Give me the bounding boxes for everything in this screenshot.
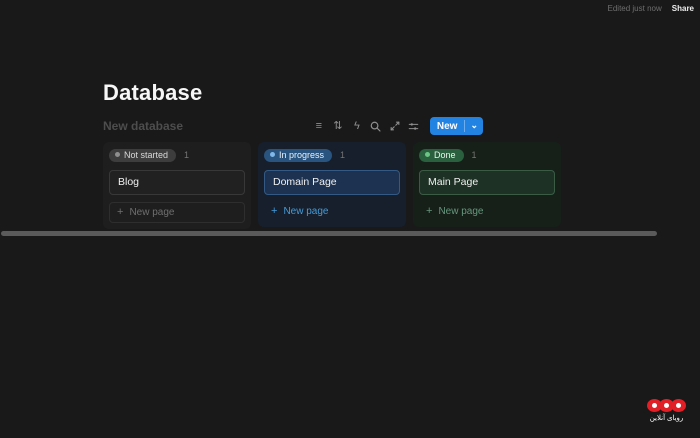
new-button-label: New bbox=[436, 120, 458, 132]
group-label-not-started[interactable]: Not started bbox=[109, 148, 177, 162]
column-header: In progress 1 bbox=[264, 148, 400, 162]
new-page-button[interactable]: + New page bbox=[109, 202, 245, 223]
view-settings-icon[interactable] bbox=[406, 118, 422, 134]
new-page-label: New page bbox=[129, 207, 175, 218]
page-title: Database bbox=[103, 80, 203, 105]
new-page-label: New page bbox=[438, 206, 484, 217]
watermark: رویای آنلاین bbox=[647, 399, 686, 422]
board-toolbar: ≡ ⇅ ϟ New ⌄ bbox=[311, 117, 483, 135]
edited-timestamp: Edited just now bbox=[607, 4, 662, 13]
plus-icon: + bbox=[426, 205, 433, 217]
group-label-in-progress[interactable]: In progress bbox=[264, 148, 333, 162]
expand-icon[interactable] bbox=[387, 118, 403, 134]
watermark-logo-icon bbox=[647, 399, 686, 412]
search-icon[interactable] bbox=[368, 118, 384, 134]
column-header: Not started 1 bbox=[109, 148, 245, 162]
watermark-text: رویای آنلاین bbox=[649, 415, 684, 422]
share-button[interactable]: Share bbox=[672, 4, 694, 13]
new-page-button[interactable]: + New page bbox=[419, 202, 555, 221]
card-main-page[interactable]: Main Page bbox=[419, 170, 555, 195]
plus-icon: + bbox=[271, 205, 278, 217]
chevron-down-icon[interactable]: ⌄ bbox=[465, 117, 483, 135]
status-dot bbox=[115, 152, 120, 157]
automation-icon[interactable]: ϟ bbox=[349, 118, 365, 134]
board-column-done: Done 1 Main Page + New page bbox=[413, 142, 561, 227]
new-button[interactable]: New ⌄ bbox=[429, 117, 483, 135]
database-view-title[interactable]: New database bbox=[103, 119, 183, 133]
status-dot bbox=[425, 152, 430, 157]
card-domain-page[interactable]: Domain Page bbox=[264, 170, 400, 195]
new-page-button[interactable]: + New page bbox=[264, 202, 400, 221]
card-blog[interactable]: Blog bbox=[109, 170, 245, 195]
column-header: Done 1 bbox=[419, 148, 555, 162]
horizontal-scrollbar[interactable] bbox=[1, 231, 657, 236]
group-count: 1 bbox=[184, 150, 190, 160]
group-label-done[interactable]: Done bbox=[419, 148, 464, 162]
top-bar: Edited just now Share bbox=[608, 4, 695, 13]
board-column-in-progress: In progress 1 Domain Page + New page bbox=[258, 142, 406, 227]
group-label-text: Done bbox=[434, 149, 456, 160]
group-label-text: Not started bbox=[124, 149, 169, 160]
board-column-not-started: Not started 1 Blog + New page bbox=[103, 142, 251, 229]
plus-icon: + bbox=[117, 206, 124, 218]
group-count: 1 bbox=[471, 150, 477, 160]
new-page-label: New page bbox=[283, 206, 329, 217]
sort-icon[interactable]: ⇅ bbox=[330, 118, 346, 134]
group-label-text: In progress bbox=[279, 149, 325, 160]
group-count: 1 bbox=[340, 150, 346, 160]
status-dot bbox=[270, 152, 275, 157]
filter-icon[interactable]: ≡ bbox=[311, 118, 327, 134]
